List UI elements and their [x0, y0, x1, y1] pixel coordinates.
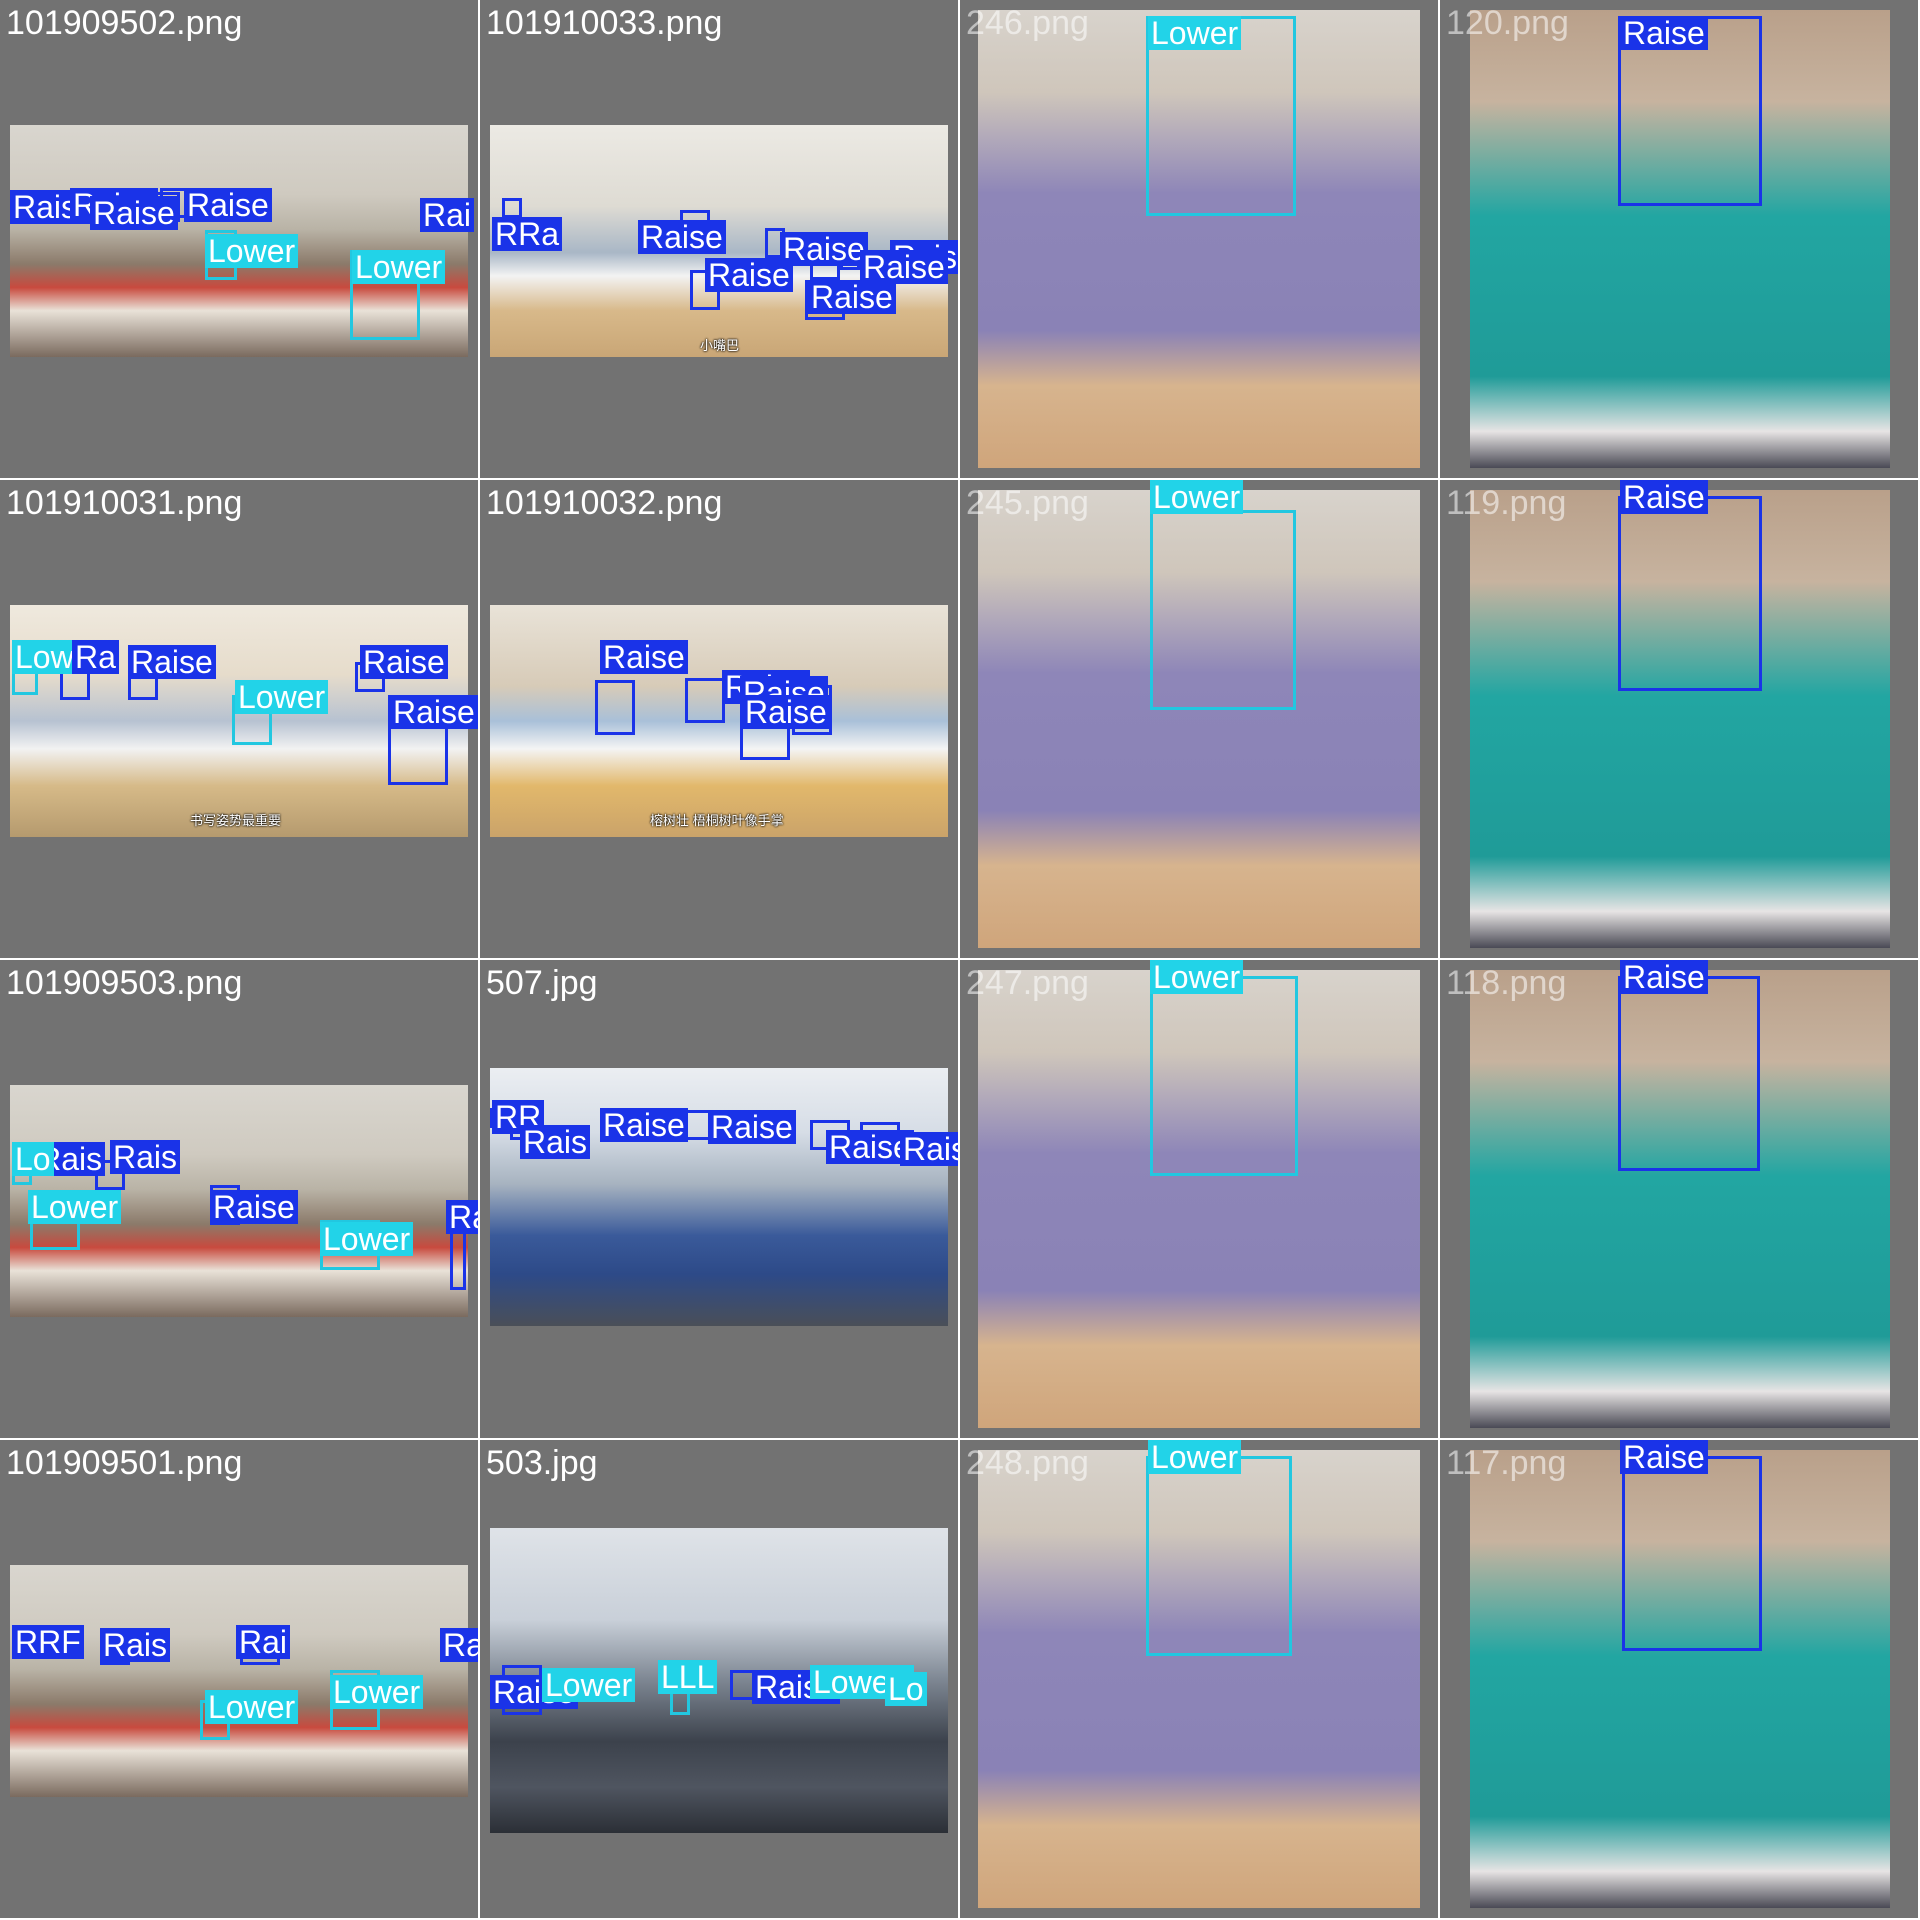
detection-label-raise: Raise [638, 220, 726, 254]
detection-label-raise: Raise [1620, 1440, 1708, 1474]
detection-label-lower: Lower [1150, 960, 1244, 994]
filename-label: 118.png [1446, 964, 1567, 1002]
filename-label: 247.png [966, 964, 1089, 1002]
detection-label-raise: Raise [1620, 16, 1708, 50]
detection-label-raise: RRa [492, 217, 563, 251]
result-tile: 书写姿势最重要 101910031.png Low Ra Raise Lower Raise… [0, 480, 478, 958]
detection-label-raise: Raise [1620, 480, 1708, 514]
filename-label: 120.png [1446, 4, 1569, 42]
detection-label-raise: Raise [708, 1110, 796, 1144]
filename-label: 101909501.png [6, 1444, 243, 1482]
video-subtitle: 榕树壮 梧桐树叶像手掌 [650, 813, 784, 828]
filename-label: 245.png [966, 484, 1089, 522]
result-tile: 503.jpg Raise Lower LLL Raise Lowerr Lo [480, 1440, 958, 1918]
video-subtitle: 小嘴巴 [700, 338, 740, 353]
detection-label-raise: Raise [900, 1132, 958, 1166]
scene-photo [490, 1068, 948, 1326]
detection-label-raise: Raise [446, 1200, 478, 1234]
detection-label-lower: Lower [1148, 1440, 1242, 1474]
detection-label-lower: Lower [1150, 480, 1244, 514]
detection-label-lower: Lower [352, 250, 446, 284]
filename-label: 101910033.png [486, 4, 723, 42]
detection-label-raise: Ra [72, 640, 119, 674]
detection-label-raise: Raise [705, 258, 793, 292]
detection-label-raise: Raise [600, 640, 688, 674]
detection-label-raise: Raise [90, 196, 178, 230]
detection-label-raise: Raise [808, 280, 896, 314]
detection-label-raise: Rais [100, 1628, 171, 1662]
detection-label-raise: Rais [110, 1140, 181, 1174]
result-tile: 101909501.png RRF Rais Rai Lower Lower Rai [0, 1440, 478, 1918]
detection-label-raise: Raise [360, 645, 448, 679]
detection-label-lower: Lo [12, 1142, 54, 1176]
detection-label-raise: Rai [440, 1628, 478, 1662]
detection-label-raise: Raise [1620, 960, 1708, 994]
filename-label: 248.png [966, 1444, 1089, 1482]
video-subtitle: 书写姿势最重要 [190, 813, 282, 828]
filename-label: 507.jpg [486, 964, 598, 1002]
detection-box-raise [1618, 496, 1762, 691]
filename-label: 119.png [1446, 484, 1567, 522]
detection-label-raise: Raise [184, 188, 272, 222]
detection-label-lower: Lower [1148, 16, 1242, 50]
filename-label: 246.png [966, 4, 1089, 42]
detection-box-lower [1146, 1456, 1292, 1656]
detection-label-raise: Rai [236, 1625, 291, 1659]
result-tile: 507.jpgRRRaisRaiseRaiseRaiseRaise [480, 960, 958, 1438]
detection-label-lower: Lower [235, 680, 329, 714]
detection-label-lower: Lower [320, 1222, 414, 1256]
detection-label-raise: Raise [742, 695, 830, 729]
detection-label-raise: Raise [780, 232, 868, 266]
filename-label: 117.png [1446, 1444, 1567, 1482]
detection-label-lower: Lower [205, 234, 299, 268]
detection-label-raise: Raise [128, 645, 216, 679]
detection-label-raise: Raise [860, 250, 948, 284]
result-tile: 246.png Lower [960, 0, 1438, 478]
detection-label-raise: Raise [600, 1108, 688, 1142]
filename-label: 503.jpg [486, 1444, 598, 1482]
detection-label-raise: Rais [520, 1125, 591, 1159]
detection-box-raise [595, 680, 635, 735]
detection-label-raise: RRF [12, 1625, 84, 1659]
filename-label: 101910032.png [486, 484, 723, 522]
detection-label-lower: Lower [330, 1675, 424, 1709]
result-tile: 247.png Lower [960, 960, 1438, 1438]
result-tile: 119.png Raise [1440, 480, 1918, 958]
result-tile: 118.png Raise [1440, 960, 1918, 1438]
result-tile: 117.png Raise [1440, 1440, 1918, 1918]
detection-label-raise: Raise [210, 1190, 298, 1224]
detection-label-lower: Lower [28, 1190, 122, 1224]
result-tile: 120.png Raise [1440, 0, 1918, 478]
detection-label-lower: Lower [205, 1690, 299, 1724]
filename-label: 101910031.png [6, 484, 243, 522]
detection-box-raise [685, 678, 725, 723]
result-tile: 榕树壮 梧桐树叶像手掌101910032.pngRaiseRaiseRaiseR… [480, 480, 958, 958]
detection-label-raise: Raise [390, 695, 478, 729]
detection-label-lower: LLL [658, 1660, 718, 1694]
prediction-mosaic: 101909502.pngRaiseRaiseRaiseRaiseLowerLo… [0, 0, 1920, 1920]
result-tile: 101909503.pngRRaisRaisLowerRaiseLowerRai… [0, 960, 478, 1438]
result-tile: 101909502.pngRaiseRaiseRaiseRaiseLowerLo… [0, 0, 478, 478]
detection-box-raise [502, 198, 522, 218]
result-tile: 248.png Lower [960, 1440, 1438, 1918]
detection-label-lower: Low [12, 640, 77, 674]
detection-box-lower [1150, 976, 1298, 1176]
detection-box-raise [1622, 1456, 1762, 1651]
result-tile: 小嘴巴 101910033.png RRa Raise Raise Raise Raise R… [480, 0, 958, 478]
detection-label-raise: Rai [420, 198, 475, 232]
result-tile: 245.png Lower [960, 480, 1438, 958]
filename-label: 101909502.png [6, 4, 243, 42]
detection-label-lower: Lower [542, 1668, 636, 1702]
detection-box-raise [1618, 976, 1760, 1171]
detection-label-lower: Lo [885, 1672, 927, 1706]
filename-label: 101909503.png [6, 964, 243, 1002]
detection-box-lower [1150, 510, 1296, 710]
